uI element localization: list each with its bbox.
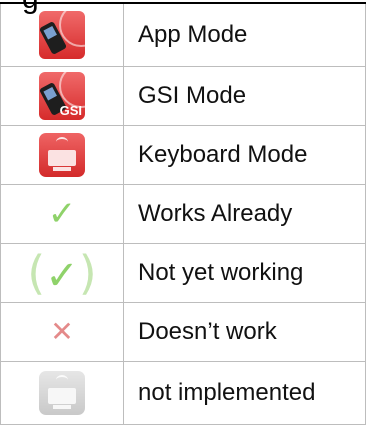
app-mode-icon xyxy=(37,10,87,60)
legend-label: GSI Mode xyxy=(123,66,366,126)
legend-row-not-yet-working: (✓) Not yet working xyxy=(0,243,366,303)
legend-row-not-implemented: not implemented xyxy=(0,361,366,425)
legend-label: Keyboard Mode xyxy=(123,125,366,185)
legend-row-doesnt-work: ✕ Doesn’t work xyxy=(0,302,366,362)
grey-keyboard-icon xyxy=(37,368,87,418)
legend-table: App Mode GSI GSI Mode Keyboard Mode ✓ Wo… xyxy=(0,2,366,425)
checkmark-icon: ✓ xyxy=(47,194,77,234)
gsi-mode-icon: GSI xyxy=(37,71,87,121)
gsi-icon-text: GSI xyxy=(59,103,82,118)
legend-row-app-mode: App Mode xyxy=(0,2,366,67)
legend-row-works-already: ✓ Works Already xyxy=(0,184,366,244)
parenthesized-checkmark-icon: (✓) xyxy=(27,246,97,300)
legend-label: not implemented xyxy=(123,361,366,425)
legend-row-keyboard-mode: Keyboard Mode xyxy=(0,125,366,185)
legend-label: App Mode xyxy=(123,2,366,67)
cross-icon: ✕ xyxy=(50,315,74,348)
legend-label: Works Already xyxy=(123,184,366,244)
legend-row-gsi-mode: GSI GSI Mode xyxy=(0,66,366,126)
keyboard-mode-icon xyxy=(37,130,87,180)
legend-label: Not yet working xyxy=(123,243,366,303)
legend-label: Doesn’t work xyxy=(123,302,366,362)
